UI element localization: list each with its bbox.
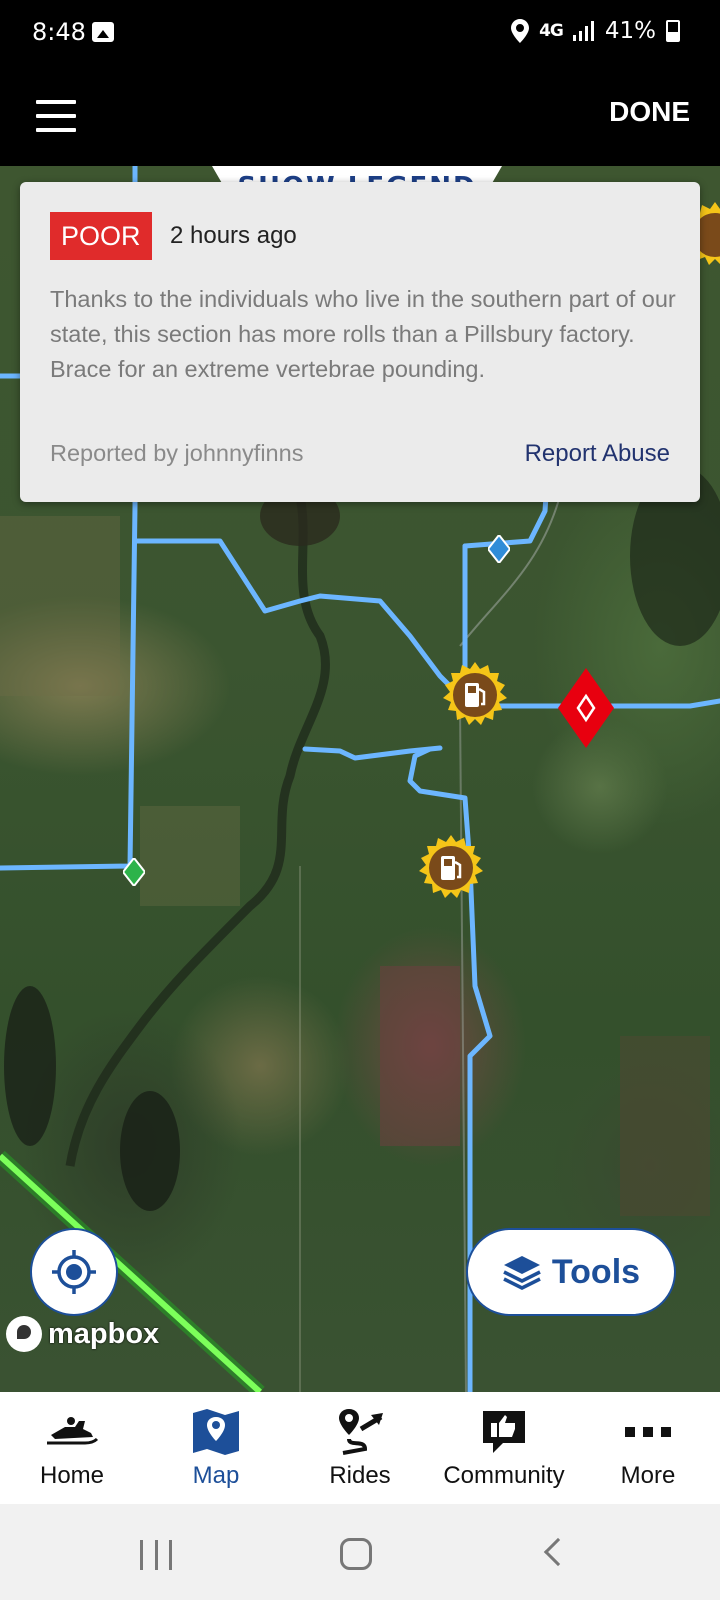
more-icon bbox=[625, 1427, 671, 1437]
layers-icon bbox=[503, 1256, 541, 1290]
image-notification-icon bbox=[92, 22, 114, 42]
battery-percent: 41% bbox=[604, 18, 656, 44]
status-bar: 8:48 4G 41% bbox=[0, 0, 720, 70]
bottom-tab-bar: Home Map Rides Community More bbox=[0, 1392, 720, 1504]
tab-map[interactable]: Map bbox=[144, 1392, 288, 1504]
map-icon bbox=[193, 1409, 239, 1455]
tab-home[interactable]: Home bbox=[0, 1392, 144, 1504]
tools-label: Tools bbox=[551, 1252, 641, 1291]
condition-badge: POOR bbox=[50, 212, 152, 260]
map-view[interactable]: SHOW LEGEND POOR 2 hours ago Thanks to t… bbox=[0, 166, 720, 1392]
hamburger-menu-icon[interactable] bbox=[36, 96, 76, 136]
trail-diamond-marker[interactable] bbox=[123, 858, 145, 886]
tools-button[interactable]: Tools bbox=[466, 1228, 676, 1316]
reported-by: Reported by johnnyfinns bbox=[50, 440, 304, 466]
locate-me-button[interactable] bbox=[30, 1228, 118, 1316]
tab-label: Home bbox=[39, 1462, 105, 1489]
report-time: 2 hours ago bbox=[170, 222, 297, 249]
mapbox-wordmark: mapbox bbox=[48, 1317, 160, 1350]
snowmobile-icon bbox=[47, 1417, 99, 1445]
hazard-diamond-marker[interactable] bbox=[558, 668, 614, 748]
tab-label: More bbox=[620, 1462, 676, 1489]
tab-label: Map bbox=[192, 1462, 240, 1489]
location-icon bbox=[511, 19, 530, 43]
thumbs-up-icon bbox=[483, 1411, 525, 1453]
gas-station-marker[interactable] bbox=[442, 662, 508, 728]
battery-icon bbox=[666, 20, 680, 42]
back-icon[interactable] bbox=[543, 1537, 573, 1567]
tab-rides[interactable]: Rides bbox=[288, 1392, 432, 1504]
done-button[interactable]: DONE bbox=[609, 96, 690, 128]
report-abuse-link[interactable]: Report Abuse bbox=[525, 440, 670, 468]
mapbox-logo[interactable]: mapbox bbox=[6, 1316, 159, 1352]
status-time: 8:48 bbox=[32, 18, 86, 46]
gas-station-marker[interactable] bbox=[418, 835, 484, 901]
route-icon bbox=[339, 1409, 383, 1455]
system-nav-bar bbox=[0, 1504, 720, 1600]
mapbox-mark-icon bbox=[6, 1316, 42, 1352]
trail-report-card: POOR 2 hours ago Thanks to the individua… bbox=[20, 182, 700, 502]
crosshair-icon bbox=[52, 1250, 96, 1294]
recents-icon[interactable] bbox=[140, 1540, 172, 1570]
report-body: Thanks to the individuals who live in th… bbox=[50, 286, 676, 382]
app-header: DONE bbox=[0, 70, 720, 166]
trail-diamond-marker[interactable] bbox=[488, 535, 510, 563]
signal-icon bbox=[572, 21, 594, 41]
tab-more[interactable]: More bbox=[576, 1392, 720, 1504]
home-nav-icon[interactable] bbox=[340, 1538, 372, 1570]
network-type: 4G bbox=[539, 21, 564, 41]
tab-label: Rides bbox=[329, 1462, 391, 1489]
status-indicators: 4G 41% bbox=[511, 18, 680, 44]
tab-community[interactable]: Community bbox=[432, 1392, 576, 1504]
tab-label: Community bbox=[443, 1462, 565, 1489]
